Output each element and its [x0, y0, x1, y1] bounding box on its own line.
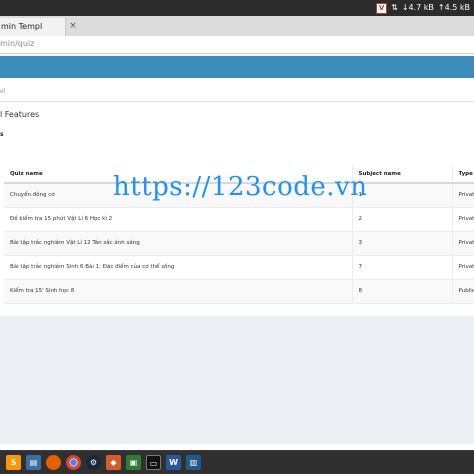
git-client-icon[interactable]: ◆ [106, 455, 121, 470]
word-icon[interactable]: W [166, 455, 181, 470]
cell-type: Privat [452, 255, 474, 280]
cell-subject-name: 7 [352, 255, 453, 280]
tab-title: min Templ [1, 22, 43, 31]
sublime-text-icon[interactable]: S [6, 455, 21, 470]
virtualbox-icon[interactable]: ▣ [126, 455, 141, 470]
box-subtitle: s [0, 131, 4, 138]
table-row[interactable]: Đề kiểm tra 15 phút Vật Lí 6 Học kì 2 2 … [4, 207, 474, 232]
system-monitor-icon[interactable]: ▥ [186, 455, 201, 470]
cell-type: Public [452, 279, 474, 304]
tab-close-icon[interactable]: × [68, 21, 78, 31]
table-row[interactable]: Kiểm tra 15' Sinh học 8 8 Public [4, 279, 474, 304]
cell-subject-name: 2 [352, 207, 453, 232]
box-title: l Features [0, 110, 40, 119]
table-row[interactable]: Bài tập trắc nghiệm Vật Lí 12 Tán sắc án… [4, 231, 474, 256]
download-speed: ↓4.7 kB [401, 3, 434, 12]
content-area: l Features s Quiz name Subject name Type… [0, 103, 474, 444]
network-sort-icon[interactable]: ⇅ [391, 2, 398, 14]
cell-quiz-name: Bài tập trắc nghiệm Sinh 6 Bài 1: Đặc đi… [4, 255, 353, 280]
quiz-box: l Features s Quiz name Subject name Type… [0, 103, 474, 316]
cell-subject-name: 8 [352, 279, 453, 304]
os-top-bar: V ⇅ ↓4.7 kB ↑4.5 kB [0, 0, 474, 16]
url-text[interactable]: min/quiz [0, 39, 34, 48]
upload-speed: ↑4.5 kB [437, 3, 470, 12]
cell-type: Privat [452, 231, 474, 256]
chrome-icon[interactable] [66, 455, 81, 470]
breadcrumb-item[interactable]: el [0, 88, 5, 95]
cell-quiz-name: Đề kiểm tra 15 phút Vật Lí 6 Học kì 2 [4, 207, 353, 232]
browser-tab-admin-template[interactable]: min Templ [0, 18, 66, 36]
table-row[interactable]: Bài tập trắc nghiệm Sinh 6 Bài 1: Đặc đi… [4, 255, 474, 280]
cell-quiz-name: Kiểm tra 15' Sinh học 8 [4, 279, 353, 304]
firefox-icon[interactable] [46, 455, 61, 470]
watermark: https://123code.vn [113, 172, 368, 202]
vivaldi-tray-icon[interactable]: V [376, 2, 388, 14]
app-top-navbar [0, 56, 474, 78]
browser-tab-strip: min Templ × [0, 16, 474, 36]
cell-subject-name: 3 [352, 231, 453, 256]
terminal-icon[interactable]: ▭ [146, 455, 161, 470]
cell-type: Privat [452, 183, 474, 208]
taskbar: S ▤ ⚙ ◆ ▣ ▭ W ▥ [0, 450, 474, 474]
cell-quiz-name: Bài tập trắc nghiệm Vật Lí 12 Tán sắc án… [4, 231, 353, 256]
cell-type: Privat [452, 207, 474, 232]
file-manager-icon[interactable]: ▤ [26, 455, 41, 470]
header-type[interactable]: Type [452, 165, 474, 184]
system-tray: V ⇅ ↓4.7 kB ↑4.5 kB [376, 2, 470, 14]
steam-icon[interactable]: ⚙ [86, 455, 101, 470]
breadcrumb: el [0, 84, 474, 102]
address-bar[interactable]: min/quiz [0, 36, 474, 54]
